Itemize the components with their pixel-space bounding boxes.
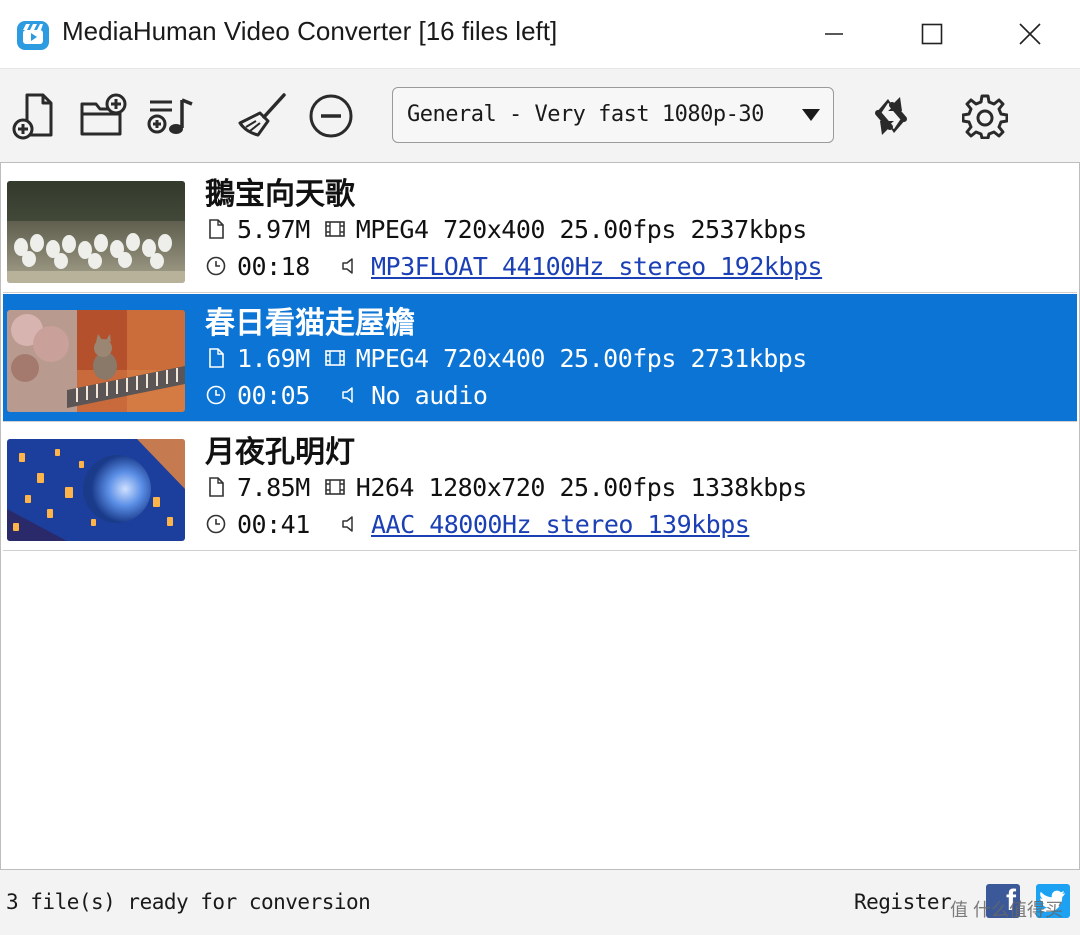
file-audio-info-line: 00:18 MP3FLOAT 44100Hz stereo 192kbps	[205, 252, 823, 281]
file-size: 1.69M	[237, 344, 310, 373]
register-link[interactable]: Register	[854, 890, 952, 914]
file-duration: 00:05	[237, 381, 310, 410]
app-logo-icon	[16, 18, 50, 52]
convert-icon	[875, 97, 907, 135]
close-button[interactable]	[982, 0, 1078, 68]
add-folder-button[interactable]	[76, 89, 130, 143]
file-list[interactable]: 鵝宝向天歌 5.97M MPEG4 720x400 25.00fps 2537kb…	[0, 162, 1080, 870]
file-name: 春日看猫走屋檐	[205, 306, 415, 341]
film-icon	[324, 221, 345, 237]
file-row-3[interactable]: 月夜孔明灯 7.85M H264 1280x720 25.00fps 1338kb…	[3, 423, 1077, 551]
audio-stream-link[interactable]: MP3FLOAT 44100Hz stereo 192kbps	[371, 252, 823, 281]
film-icon	[324, 479, 345, 495]
file-row-1[interactable]: 鵝宝向天歌 5.97M MPEG4 720x400 25.00fps 2537kb…	[3, 165, 1077, 293]
video-stream-info: MPEG4 720x400 25.00fps 2731kbps	[355, 344, 808, 373]
video-thumbnail-geese	[7, 181, 185, 283]
clock-icon	[206, 256, 226, 276]
file-size-icon	[209, 348, 224, 368]
watermark-text: 值 什么值得买	[950, 900, 1064, 920]
clean-broom-icon	[238, 93, 286, 137]
film-icon	[324, 350, 345, 366]
speaker-icon	[342, 387, 353, 403]
file-size-icon	[209, 477, 224, 497]
file-audio-info-line: 00:05 No audio	[205, 381, 488, 410]
file-row-2[interactable]: 春日看猫走屋檐 1.69M MPEG4 720x400 25.00fps 2731…	[3, 294, 1077, 422]
output-profile-value: General - Very fast 1080p-30	[407, 102, 764, 127]
file-video-info-line: 1.69M MPEG4 720x400 25.00fps 2731kbps	[205, 344, 807, 373]
audio-stream-link[interactable]: AAC 48000Hz stereo 139kbps	[371, 510, 750, 539]
add-file-icon	[12, 93, 53, 140]
close-icon	[1019, 23, 1041, 45]
file-name: 鵝宝向天歌	[205, 177, 355, 212]
clock-icon	[206, 385, 226, 405]
clock-icon	[206, 514, 226, 534]
file-size: 7.85M	[237, 473, 310, 502]
file-duration: 00:18	[237, 252, 310, 281]
output-profile-select[interactable]: General - Very fast 1080p-30	[392, 87, 834, 143]
video-stream-info: MPEG4 720x400 25.00fps 2537kbps	[355, 215, 808, 244]
video-stream-info: H264 1280x720 25.00fps 1338kbps	[355, 473, 808, 502]
add-music-icon	[147, 98, 193, 134]
add-file-button[interactable]	[8, 89, 62, 143]
add-music-button[interactable]	[144, 89, 198, 143]
remove-button[interactable]	[304, 89, 358, 143]
remove-icon	[309, 94, 353, 138]
maximize-button[interactable]	[884, 0, 980, 68]
toolbar: General - Very fast 1080p-30	[0, 68, 1080, 162]
clean-list-button[interactable]	[236, 89, 290, 143]
file-duration: 00:41	[237, 510, 310, 539]
convert-button[interactable]	[864, 89, 918, 143]
video-thumbnail-lanterns	[7, 439, 185, 541]
maximize-icon	[921, 23, 943, 45]
speaker-icon	[342, 258, 353, 274]
status-bar: 3 file(s) ready for conversion Register …	[0, 870, 1080, 935]
minimize-button[interactable]	[786, 0, 882, 68]
status-text: 3 file(s) ready for conversion	[6, 890, 371, 914]
settings-button[interactable]	[958, 89, 1012, 143]
chevron-down-icon	[802, 109, 820, 121]
video-thumbnail-cat	[7, 310, 185, 412]
window-title: MediaHuman Video Converter [16 files lef…	[62, 16, 558, 46]
file-size-icon	[209, 219, 224, 239]
add-folder-icon	[80, 93, 127, 136]
file-name: 月夜孔明灯	[205, 435, 355, 470]
file-size: 5.97M	[237, 215, 310, 244]
gear-icon	[962, 94, 1008, 139]
minimize-icon	[825, 33, 843, 35]
file-video-info-line: 7.85M H264 1280x720 25.00fps 1338kbps	[205, 473, 807, 502]
file-video-info-line: 5.97M MPEG4 720x400 25.00fps 2537kbps	[205, 215, 807, 244]
title-bar: MediaHuman Video Converter [16 files lef…	[0, 0, 1080, 68]
file-audio-info-line: 00:41 AAC 48000Hz stereo 139kbps	[205, 510, 750, 539]
speaker-icon	[342, 516, 353, 532]
audio-stream-info: No audio	[371, 381, 488, 410]
